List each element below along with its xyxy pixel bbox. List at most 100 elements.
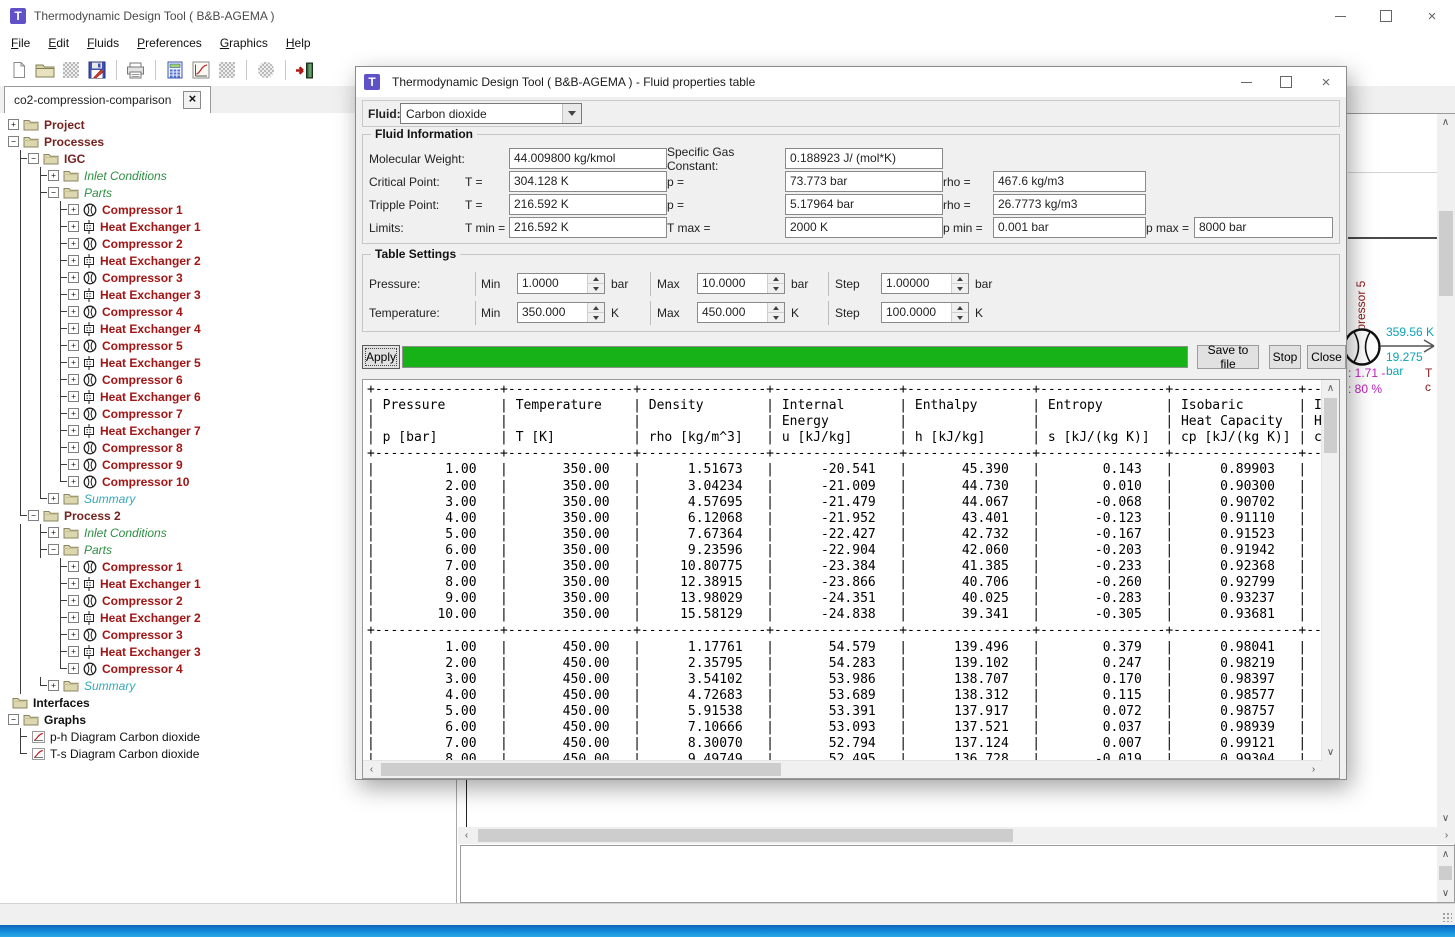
expand-icon[interactable]: + [68,374,79,385]
pressure-min-stepper[interactable]: 1.0000 [517,273,605,294]
expand-icon[interactable]: + [68,442,79,453]
table-horizontal-scrollbar[interactable]: ‹ › [363,760,1322,778]
close-button[interactable]: Close [1307,345,1346,369]
toolbar-fluid-table-button[interactable] [162,58,187,83]
expand-icon[interactable]: + [68,238,79,249]
expand-icon[interactable]: + [68,629,79,640]
scroll-down-icon[interactable]: ∨ [1322,744,1339,761]
fluid-select[interactable]: Carbon dioxide [400,103,582,124]
collapse-icon[interactable]: − [28,510,39,521]
menu-help[interactable]: Help [277,33,320,53]
scroll-up-icon[interactable]: ∧ [1437,114,1454,131]
spin-down-icon[interactable] [952,283,968,293]
expand-icon[interactable]: + [68,255,79,266]
scrollbar-thumb[interactable] [381,763,781,776]
spin-up-icon[interactable] [952,274,968,283]
expand-icon[interactable]: + [68,323,79,334]
expand-icon[interactable]: + [68,646,79,657]
critical-density-field[interactable]: 467.6 kg/m3 [993,171,1146,192]
expand-icon[interactable]: + [68,221,79,232]
spin-down-icon[interactable] [768,312,784,322]
scroll-left-icon[interactable]: ‹ [363,761,380,778]
toolbar-save-button[interactable] [84,58,109,83]
scrollbar-thumb[interactable] [1439,211,1453,296]
expand-icon[interactable]: + [68,408,79,419]
scrollbar-thumb[interactable] [1324,398,1337,453]
specific-gas-constant-field[interactable]: 0.188923 J/ (mol*K) [785,148,943,169]
expand-icon[interactable]: + [68,425,79,436]
expand-icon[interactable]: + [68,289,79,300]
maximize-button[interactable] [1363,0,1409,32]
message-panel-scrollbar[interactable]: ∧ ∨ [1437,846,1454,902]
scroll-right-icon[interactable]: › [1305,761,1322,778]
expand-icon[interactable]: + [48,680,59,691]
expand-icon[interactable]: + [68,204,79,215]
expand-icon[interactable]: + [68,459,79,470]
tmin-field[interactable]: 216.592 K [509,217,667,238]
spin-down-icon[interactable] [588,283,604,293]
dialog-minimize-button[interactable] [1226,67,1266,97]
critical-temperature-field[interactable]: 304.128 K [509,171,667,192]
spin-up-icon[interactable] [588,274,604,283]
close-button[interactable]: × [1409,0,1455,32]
canvas-horizontal-scrollbar[interactable]: ‹ › [458,827,1455,844]
pmax-field[interactable]: 8000 bar [1194,217,1333,238]
toolbar-new-file-button[interactable] [6,58,31,83]
minimize-button[interactable] [1317,0,1363,32]
scrollbar-thumb[interactable] [1439,866,1452,880]
menu-file[interactable]: File [2,33,39,53]
scroll-left-icon[interactable]: ‹ [458,827,475,844]
table-vertical-scrollbar[interactable]: ∧ ∨ [1321,380,1339,761]
expand-icon[interactable]: + [68,272,79,283]
expand-icon[interactable]: + [48,493,59,504]
spin-down-icon[interactable] [952,312,968,322]
scroll-down-icon[interactable]: ∨ [1437,810,1454,827]
expand-icon[interactable]: + [48,527,59,538]
tab-co2-compression-comparison[interactable]: co2-compression-comparison × [4,86,211,114]
toolbar-diagram-button[interactable] [188,58,213,83]
spin-up-icon[interactable] [588,303,604,312]
compressor-symbol[interactable] [1342,327,1382,367]
toolbar-exit-button[interactable] [292,58,317,83]
tripple-temperature-field[interactable]: 216.592 K [509,194,667,215]
pressure-step-stepper[interactable]: 1.00000 [881,273,969,294]
menu-edit[interactable]: Edit [39,33,78,53]
expand-icon[interactable]: + [68,578,79,589]
tripple-density-field[interactable]: 26.7773 kg/m3 [993,194,1146,215]
dialog-maximize-button[interactable] [1266,67,1306,97]
tab-close-icon[interactable]: × [183,91,201,109]
save-to-file-button[interactable]: Save to file [1197,345,1259,369]
temperature-min-stepper[interactable]: 350.000 [517,302,605,323]
expand-icon[interactable]: + [48,170,59,181]
menu-graphics[interactable]: Graphics [211,33,277,53]
expand-icon[interactable]: + [8,119,19,130]
spin-up-icon[interactable] [768,303,784,312]
stop-button[interactable]: Stop [1269,345,1301,369]
collapse-icon[interactable]: − [48,544,59,555]
collapse-icon[interactable]: − [28,153,39,164]
spin-down-icon[interactable] [768,283,784,293]
collapse-icon[interactable]: − [8,714,19,725]
critical-pressure-field[interactable]: 73.773 bar [785,171,943,192]
scroll-up-icon[interactable]: ∧ [1322,380,1339,397]
pressure-max-stepper[interactable]: 10.0000 [697,273,785,294]
toolbar-open-folder-button[interactable] [32,58,57,83]
canvas-vertical-scrollbar[interactable]: ∧ ∨ [1437,114,1455,827]
temperature-step-stepper[interactable]: 100.0000 [881,302,969,323]
tripple-pressure-field[interactable]: 5.17964 bar [785,194,943,215]
scroll-down-icon[interactable]: ∨ [1437,885,1454,902]
expand-icon[interactable]: + [68,595,79,606]
spin-up-icon[interactable] [768,274,784,283]
chevron-down-icon[interactable] [562,104,581,123]
dialog-close-button[interactable]: × [1306,67,1346,97]
scroll-right-icon[interactable]: › [1438,827,1455,844]
resize-grip[interactable] [1442,912,1452,922]
spin-down-icon[interactable] [588,312,604,322]
expand-icon[interactable]: + [68,391,79,402]
expand-icon[interactable]: + [68,561,79,572]
collapse-icon[interactable]: − [48,187,59,198]
tmax-field[interactable]: 2000 K [785,217,943,238]
expand-icon[interactable]: + [68,340,79,351]
pmin-field[interactable]: 0.001 bar [993,217,1146,238]
scrollbar-thumb[interactable] [478,829,1013,842]
